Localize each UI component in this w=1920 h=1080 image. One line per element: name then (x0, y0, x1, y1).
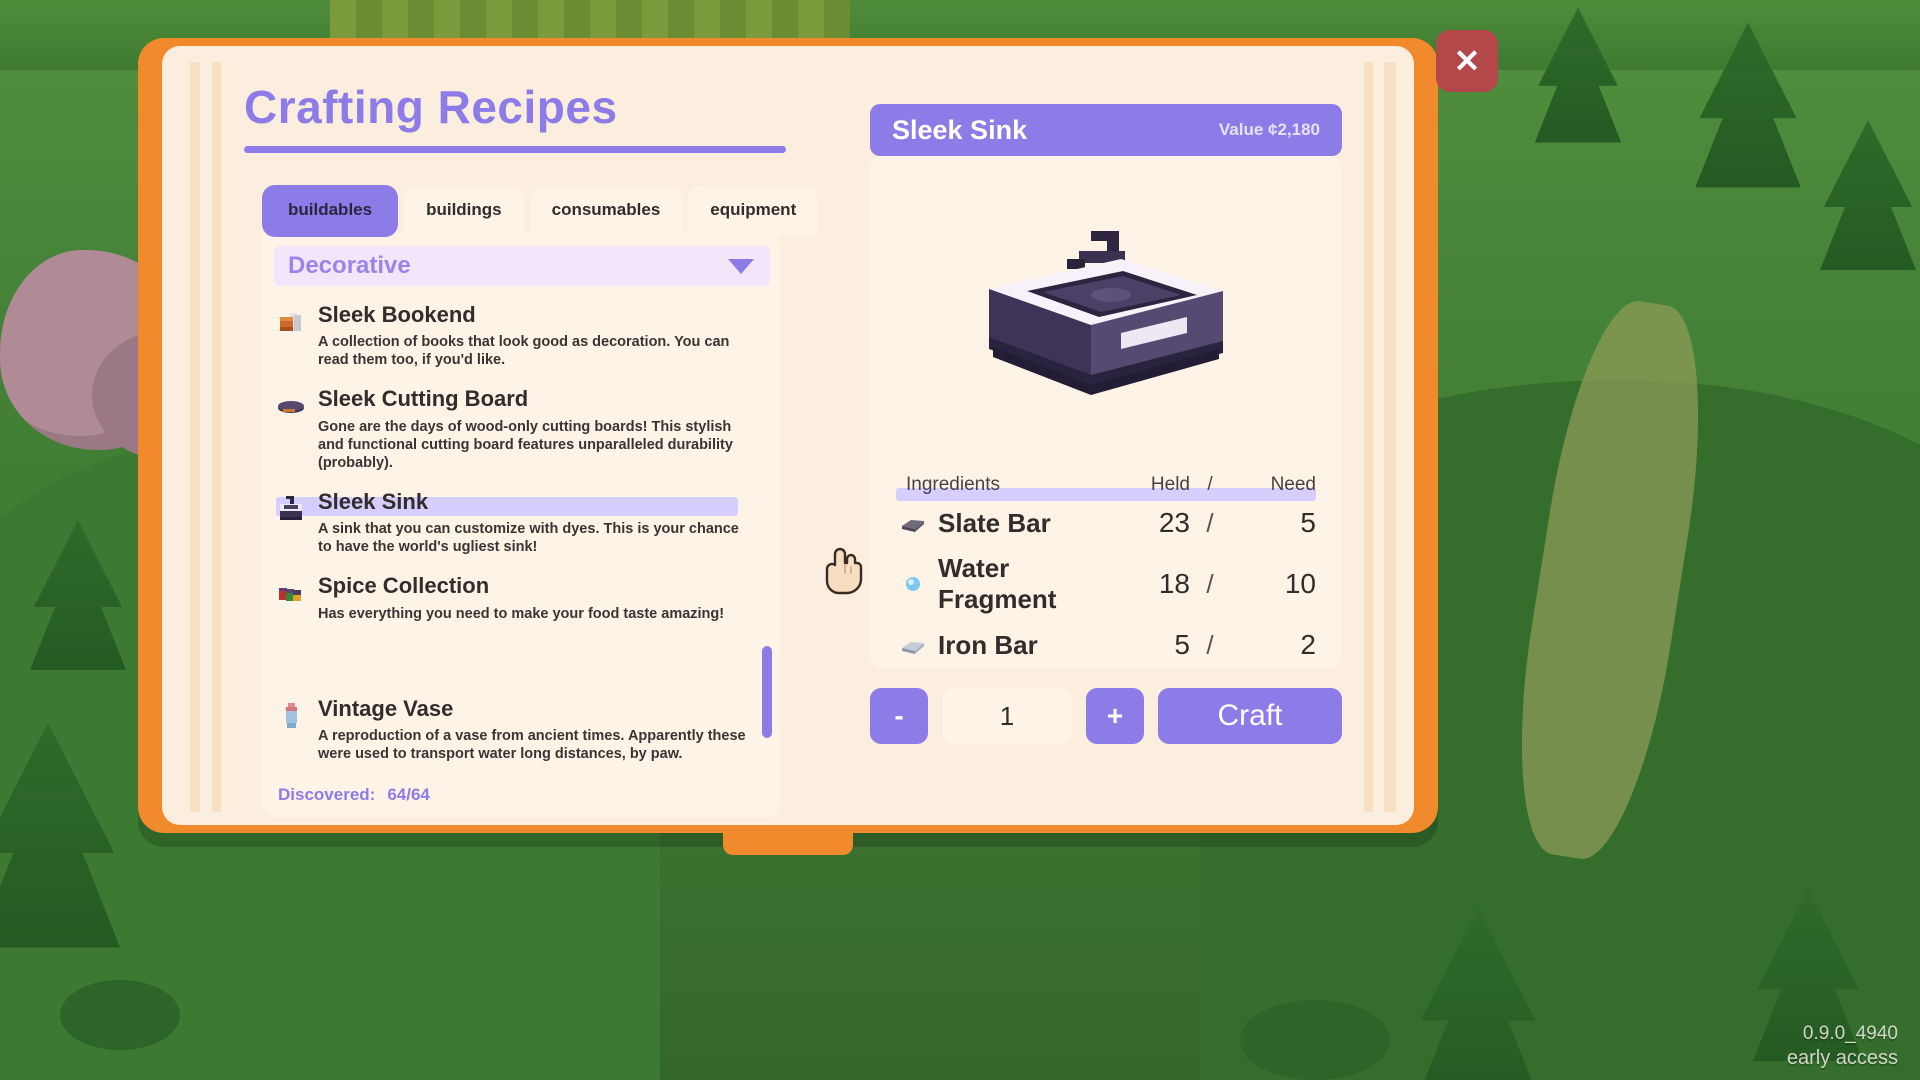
list-item-text: Sleek Bookend A collection of books that… (318, 302, 758, 369)
ingredient-held: 18 (1158, 568, 1190, 599)
list-item[interactable]: Sleek Bookend A collection of books that… (274, 294, 758, 378)
iron-bar-icon (900, 634, 926, 656)
craft-controls: - 1 + Craft (870, 688, 1342, 744)
tab-label: consumables (551, 200, 661, 219)
tab-consumables[interactable]: consumables (529, 187, 683, 235)
craft-button[interactable]: Craft (1158, 688, 1342, 744)
tab-buildings[interactable]: buildings (404, 187, 524, 235)
recipe-name: Sleek Bookend (318, 302, 476, 327)
ingredients-table: Ingredients Held / Need Slate Bar 23 / 5… (894, 474, 1318, 668)
ingredient-slash: / (1206, 507, 1214, 538)
version-channel: early access (1786, 1046, 1898, 1069)
sleek-cutting-board-icon (274, 389, 308, 423)
ingredient-slash: / (1206, 629, 1214, 660)
version-stamp: 0.9.0_4940 early access (1787, 1022, 1898, 1070)
water-fragment-icon (900, 573, 926, 595)
tab-label: buildings (426, 200, 502, 219)
column-header-slash: / (1207, 474, 1213, 495)
ingredient-need: 5 (1300, 507, 1316, 538)
recipe-name: Sleek Sink (318, 489, 429, 514)
ingredient-held: 5 (1174, 629, 1190, 660)
column-header-ingredients: Ingredients (906, 474, 1001, 495)
chevron-down-icon (728, 258, 754, 274)
detail-value: Value ¢2,180 (1218, 120, 1320, 139)
recipe-list-scrollbar[interactable] (762, 646, 772, 738)
ingredients-table-header: Ingredients Held / Need (896, 474, 1316, 501)
recipe-description: Gone are the days of wood-only cutting b… (318, 418, 733, 471)
discovered-count: 64/64 (387, 785, 430, 804)
tab-equipment[interactable]: equipment (688, 187, 819, 235)
close-icon: ✕ (1453, 43, 1481, 79)
bush-icon (60, 980, 180, 1050)
discovered-label: Discovered: (278, 785, 376, 804)
ingredient-row: Water Fragment 18 / 10 (894, 546, 1318, 622)
ingredient-need: 10 (1284, 568, 1316, 599)
category-dropdown[interactable]: Decorative (274, 246, 770, 286)
list-item-text: Vintage Vase A reproduction of a vase fr… (318, 695, 758, 763)
list-item[interactable]: Vintage Vase A reproduction of a vase fr… (274, 688, 758, 766)
bush-icon (1240, 1000, 1390, 1080)
column-header-need: Need (1270, 474, 1316, 495)
vintage-vase-icon (274, 699, 308, 733)
ingredient-name: Water Fragment (938, 553, 1057, 614)
crafting-recipes-window: ✕ Crafting Recipes buildables buildings … (138, 30, 1498, 855)
tab-label: equipment (710, 200, 797, 219)
ingredient-need: 2 (1300, 629, 1316, 660)
recipe-description: Has everything you need to make your foo… (318, 605, 725, 622)
increment-quantity-button[interactable]: + (1086, 688, 1144, 744)
title-underline (244, 146, 786, 153)
ingredient-slash: / (1206, 568, 1214, 599)
spice-collection-icon (274, 576, 308, 610)
recipe-description: A sink that you can customize with dyes.… (318, 521, 739, 556)
close-button[interactable]: ✕ (1436, 30, 1498, 92)
list-item-selected[interactable]: Sleek Sink A sink that you can customize… (274, 481, 758, 565)
item-preview (894, 178, 1318, 470)
list-item[interactable]: Spice Collection Has everything you need… (274, 565, 758, 631)
page-title: Crafting Recipes (244, 81, 618, 133)
column-header-held: Held (1150, 474, 1190, 495)
recipe-list-panel: Decorative Sleek Bookend A collection of… (262, 233, 780, 817)
ingredient-row: Iron Bar 5 / 2 (894, 622, 1318, 668)
sleek-sink-icon (274, 492, 308, 526)
tab-buildables[interactable]: buildables (262, 185, 399, 237)
version-build: 0.9.0_4940 (1802, 1023, 1898, 1045)
ingredient-name: Iron Bar (938, 629, 1038, 660)
sleek-sink-preview-art (971, 229, 1241, 419)
recipe-name: Vintage Vase (318, 695, 454, 721)
list-item-text: Sleek Sink A sink that you can customize… (318, 489, 758, 556)
recipe-name: Spice Collection (318, 573, 490, 599)
discovered-counter: Discovered: 64/64 (278, 785, 430, 805)
recipe-name: Sleek Cutting Board (318, 386, 529, 412)
detail-header: Sleek Sink Value ¢2,180 (870, 104, 1342, 156)
quantity-input[interactable]: 1 (942, 688, 1072, 744)
list-item[interactable]: Sleek Cutting Board Gone are the days of… (274, 378, 758, 481)
list-item-text: Sleek Cutting Board Gone are the days of… (318, 387, 758, 472)
book-bottom-tab (723, 825, 853, 855)
slate-bar-icon (900, 512, 926, 534)
right-page: Sleek Sink Value ¢2,180 Ingredients Held… (834, 46, 1414, 825)
ingredient-name: Slate Bar (938, 507, 1051, 538)
recipe-description: A collection of books that look good as … (318, 334, 730, 369)
detail-card: Ingredients Held / Need Slate Bar 23 / 5… (870, 156, 1342, 668)
sleek-bookend-icon (274, 305, 308, 339)
category-dropdown-label: Decorative (288, 252, 411, 279)
list-item-text: Spice Collection Has everything you need… (318, 574, 758, 622)
ingredient-held: 23 (1158, 507, 1190, 538)
detail-title: Sleek Sink (892, 114, 1028, 145)
recipe-description: A reproduction of a vase from ancient ti… (318, 727, 746, 763)
left-page: Crafting Recipes buildables buildings co… (162, 46, 834, 825)
decrement-quantity-button[interactable]: - (870, 688, 928, 744)
book-inner-page: Crafting Recipes buildables buildings co… (162, 46, 1414, 825)
tab-label: buildables (288, 200, 373, 219)
category-tabs: buildables buildings consumables equipme… (262, 185, 834, 237)
recipe-list[interactable]: Sleek Bookend A collection of books that… (262, 294, 780, 766)
ingredient-row: Slate Bar 23 / 5 (894, 500, 1318, 546)
